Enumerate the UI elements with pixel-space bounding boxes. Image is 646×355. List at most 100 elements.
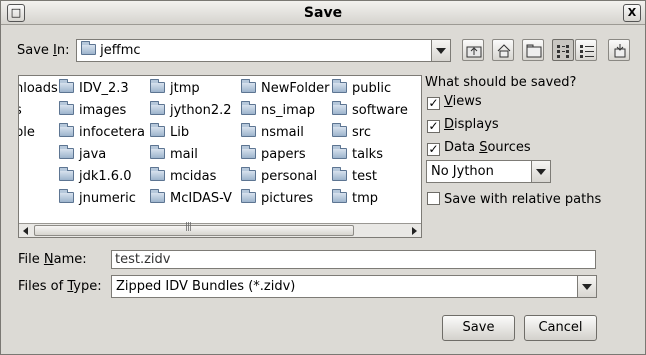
list-item[interactable]: IDV_2.3: [59, 79, 145, 102]
list-item[interactable]: jython2.2: [150, 101, 232, 124]
folder-icon: [150, 145, 165, 159]
extra-button[interactable]: [608, 39, 630, 61]
list-item[interactable]: jnumeric: [59, 189, 145, 212]
up-one-level-icon: [466, 46, 482, 58]
folder-icon: [332, 101, 347, 115]
list-item[interactable]: tmp: [332, 189, 408, 212]
file-column-2: jtmp jython2.2 Lib mail mcidas McIDAS-V: [150, 79, 232, 212]
list-item[interactable]: Lib: [150, 123, 232, 146]
relative-paths-checkbox[interactable]: Save with relative paths: [427, 192, 601, 207]
list-item[interactable]: talks: [332, 145, 408, 168]
folder-icon: [241, 79, 256, 93]
save-dialog: □ Save X Save In: jeffmc nloads s ple ID…: [0, 0, 646, 355]
file-column-3: NewFolder ns_imap nsmail papers personal…: [241, 79, 330, 212]
close-button[interactable]: X: [623, 4, 641, 22]
scroll-right-icon[interactable]: [407, 224, 421, 237]
data-sources-checkbox[interactable]: ✓ Data Sources: [427, 140, 531, 156]
folder-icon: [59, 189, 74, 203]
list-item[interactable]: personal: [241, 167, 330, 190]
window-title: Save: [303, 5, 343, 21]
title-bar: □ Save X: [1, 1, 645, 25]
save-button[interactable]: Save: [442, 315, 515, 341]
home-icon: [497, 44, 511, 58]
list-item[interactable]: pictures: [241, 189, 330, 212]
folder-icon: [241, 101, 256, 115]
checkmark-icon: ✓: [427, 96, 440, 110]
list-item[interactable]: public: [332, 79, 408, 102]
folder-icon: [150, 189, 165, 203]
list-item[interactable]: software: [332, 101, 408, 124]
list-item[interactable]: ple: [19, 124, 58, 146]
folder-icon: [150, 123, 165, 137]
save-in-value: jeffmc: [100, 43, 141, 58]
home-button[interactable]: [492, 39, 514, 61]
chevron-down-icon[interactable]: [431, 40, 450, 61]
list-item[interactable]: NewFolder: [241, 79, 330, 102]
folder-icon: [241, 189, 256, 203]
scroll-left-icon[interactable]: [19, 224, 33, 237]
folder-icon: [241, 145, 256, 159]
list-item[interactable]: jtmp: [150, 79, 232, 102]
list-item[interactable]: java: [59, 145, 145, 168]
folder-icon: [332, 123, 347, 137]
jython-select[interactable]: No Jython: [426, 160, 551, 183]
folder-icon: [59, 79, 74, 93]
file-type-label: Files of Type:: [18, 279, 102, 294]
checkmark-icon: ✓: [427, 119, 440, 133]
file-type-value: Zipped IDV Bundles (*.zidv): [116, 279, 296, 294]
file-type-select[interactable]: Zipped IDV Bundles (*.zidv): [111, 275, 597, 298]
chevron-down-icon[interactable]: [577, 276, 596, 297]
list-item[interactable]: mcidas: [150, 167, 232, 190]
list-item[interactable]: infocetera: [59, 123, 145, 146]
details-view-icon: [580, 45, 594, 58]
file-column-4: public software src talks test tmp: [332, 79, 408, 212]
chevron-down-icon[interactable]: [531, 161, 550, 182]
save-in-label: Save In:: [17, 43, 70, 58]
folder-icon: [59, 145, 74, 159]
cancel-button[interactable]: Cancel: [524, 315, 597, 341]
new-folder-button[interactable]: [522, 39, 544, 61]
list-item[interactable]: src: [332, 123, 408, 146]
list-item[interactable]: images: [59, 101, 145, 124]
list-item[interactable]: s: [19, 102, 58, 124]
list-view-button[interactable]: [552, 39, 574, 61]
file-column-0: nloads s ple: [19, 80, 58, 146]
file-list[interactable]: nloads s ple IDV_2.3 images infocetera j…: [18, 75, 422, 238]
list-view-icon: [557, 45, 569, 58]
folder-icon: [332, 189, 347, 203]
list-item[interactable]: ns_imap: [241, 101, 330, 124]
horizontal-scrollbar[interactable]: [19, 222, 421, 237]
file-name-input[interactable]: [111, 250, 596, 269]
list-item[interactable]: mail: [150, 145, 232, 168]
folder-icon: [332, 145, 347, 159]
new-folder-icon: [526, 44, 542, 58]
folder-icon: [150, 79, 165, 93]
folder-icon: [241, 167, 256, 181]
list-item[interactable]: nsmail: [241, 123, 330, 146]
folder-icon: [81, 41, 96, 55]
up-one-level-button[interactable]: [462, 39, 484, 61]
folder-icon: [332, 167, 347, 181]
jython-select-value: No Jython: [431, 164, 494, 179]
file-name-label: File Name:: [18, 252, 87, 267]
checkmark-icon: ✓: [427, 142, 440, 156]
folder-icon: [59, 167, 74, 181]
list-item[interactable]: test: [332, 167, 408, 190]
folder-icon: [241, 123, 256, 137]
list-item[interactable]: papers: [241, 145, 330, 168]
options-heading: What should be saved?: [425, 75, 577, 90]
folder-icon: [59, 123, 74, 137]
folder-icon: [332, 79, 347, 93]
file-column-1: IDV_2.3 images infocetera java jdk1.6.0 …: [59, 79, 145, 212]
scroll-thumb[interactable]: [34, 222, 354, 236]
folder-icon: [59, 101, 74, 115]
save-in-combo[interactable]: jeffmc: [76, 39, 451, 62]
folder-icon: [150, 167, 165, 181]
details-view-button[interactable]: [575, 39, 597, 61]
list-item[interactable]: McIDAS-V: [150, 189, 232, 212]
displays-checkbox[interactable]: ✓ Displays: [427, 117, 499, 133]
list-item[interactable]: nloads: [19, 80, 58, 102]
list-item[interactable]: jdk1.6.0: [59, 167, 145, 190]
extra-icon: [614, 44, 626, 58]
views-checkbox[interactable]: ✓ Views: [427, 94, 482, 110]
